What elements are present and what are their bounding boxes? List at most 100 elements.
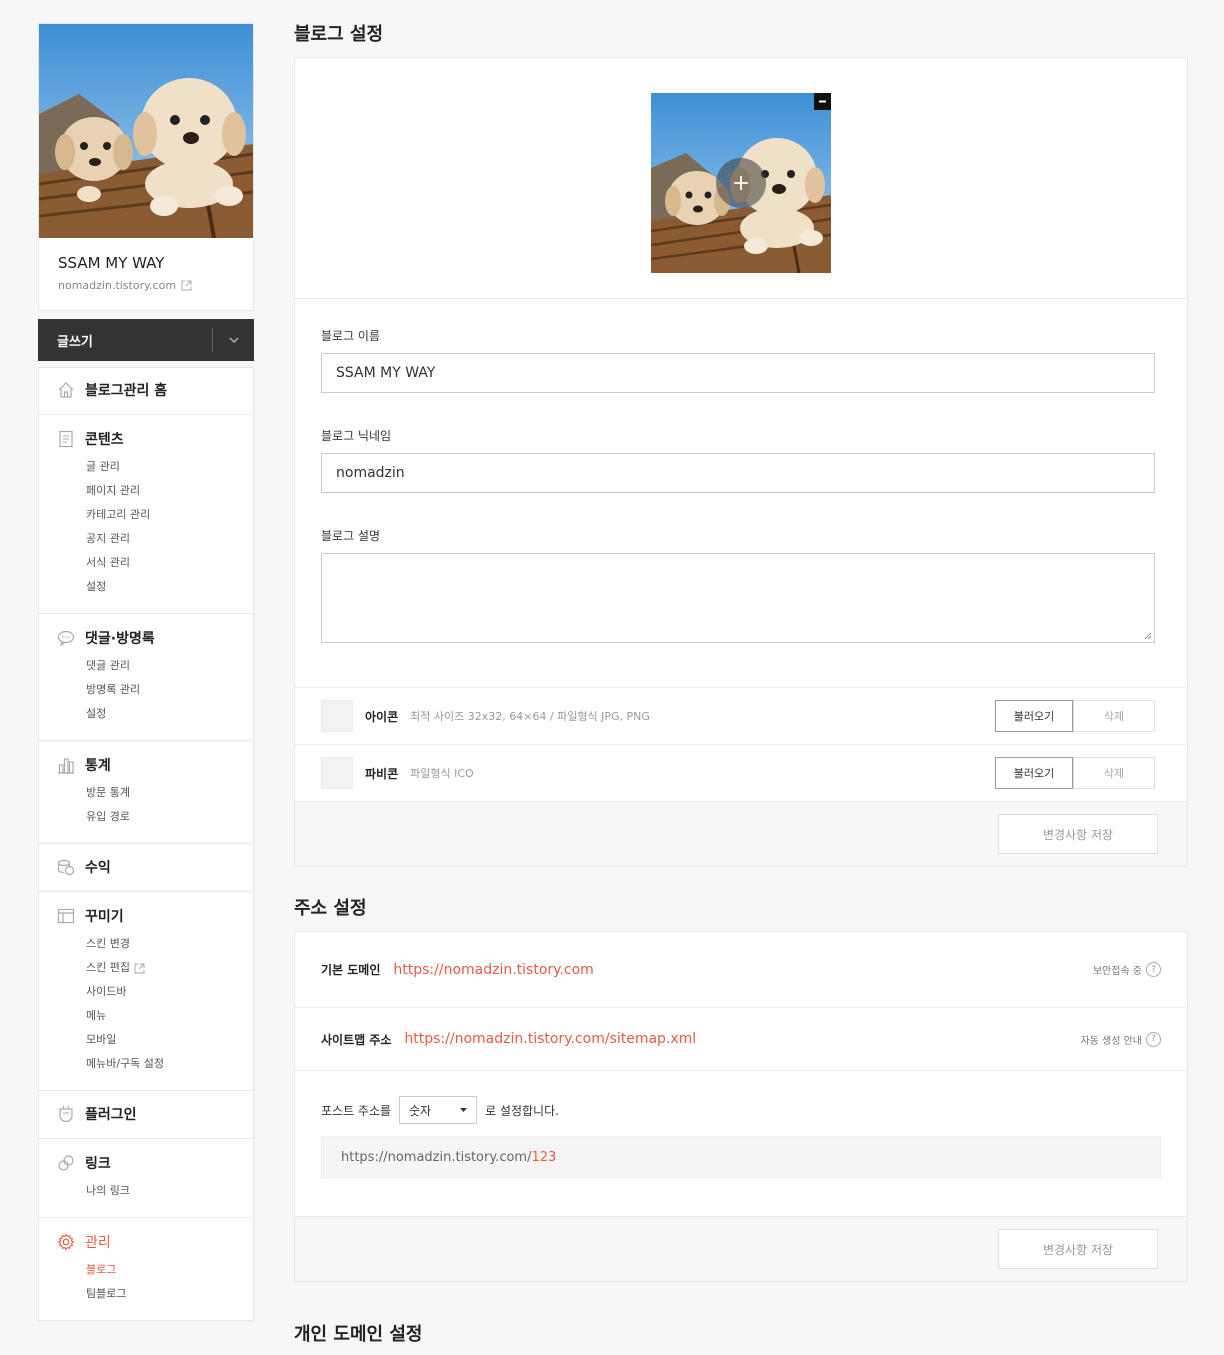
- layout-icon: [57, 907, 75, 925]
- sidebar-item-guestbook[interactable]: 방명록 관리: [86, 678, 253, 702]
- menu-item-stats[interactable]: 통계: [39, 753, 253, 777]
- menu-label: 수익: [85, 860, 111, 876]
- sidebar-item-my-links[interactable]: 나의 링크: [86, 1179, 253, 1203]
- favicon-delete-button[interactable]: 삭제: [1073, 757, 1155, 789]
- blog-title[interactable]: SSAM MY WAY: [58, 254, 234, 272]
- help-icon[interactable]: ?: [1146, 962, 1161, 977]
- menu-item-comments[interactable]: 댓글·방명록: [39, 626, 253, 650]
- preview-base-url: https://nomadzin.tistory.com/: [341, 1149, 532, 1165]
- menu-item-link[interactable]: 링크: [39, 1151, 253, 1175]
- sidebar-item-skin-change[interactable]: 스킨 변경: [86, 932, 253, 956]
- admin-menu: 블로그관리 홈 콘텐츠 글 관리 페이지 관리 카테고리 관리 공지 관리 서식…: [38, 367, 254, 1321]
- post-address-area: 포스트 주소를 숫자 로 설정합니다. https://nomadzin.tis…: [295, 1071, 1187, 1217]
- sidebar-item-visit-stats[interactable]: 방문 통계: [86, 781, 253, 805]
- sitemap-auto-info[interactable]: 자동 생성 안내 ?: [1080, 1031, 1161, 1047]
- menu-group-manage: 관리 블로그 팀블로그: [39, 1217, 253, 1320]
- sidebar-item-categories[interactable]: 카테고리 관리: [86, 503, 253, 527]
- post-address-preview: https://nomadzin.tistory.com/123: [321, 1136, 1161, 1178]
- home-icon: [57, 381, 75, 399]
- address-settings-save-button[interactable]: 변경사항 저장: [998, 1229, 1158, 1269]
- blog-name-input[interactable]: SSAM MY WAY: [321, 353, 1155, 393]
- menu-item-plugin[interactable]: 플러그인: [39, 1102, 253, 1126]
- sidebar-item-templates[interactable]: 서식 관리: [86, 551, 253, 575]
- sidebar-item-comment-settings[interactable]: 설정: [86, 702, 253, 726]
- write-button[interactable]: 글쓰기: [38, 331, 212, 350]
- menu-label: 플러그인: [85, 1107, 137, 1123]
- post-address-select[interactable]: 숫자: [399, 1096, 478, 1124]
- default-domain-label: 기본 도메인: [321, 963, 381, 977]
- sidebar-item-referrers[interactable]: 유입 경로: [86, 805, 253, 829]
- icon-row: 아이콘 최적 사이즈 32x32, 64×64 / 파일형식 JPG, PNG …: [295, 688, 1187, 745]
- sidebar-item-menu[interactable]: 메뉴: [86, 1004, 253, 1028]
- icon-load-button[interactable]: 불러오기: [995, 700, 1073, 732]
- menu-item-home[interactable]: 블로그관리 홈: [39, 378, 253, 402]
- caret-down-icon: [460, 1108, 468, 1112]
- address-settings-save-row: 변경사항 저장: [295, 1217, 1187, 1281]
- sidebar-item-posts[interactable]: 글 관리: [86, 455, 253, 479]
- chevron-down-icon: [229, 337, 238, 343]
- sidebar-item-team-blog[interactable]: 팀블로그: [86, 1282, 253, 1306]
- sidebar-item-skin-edit[interactable]: 스킨 편집: [86, 956, 253, 980]
- menu-group-stats: 통계 방문 통계 유입 경로: [39, 740, 253, 843]
- coins-icon: [57, 858, 75, 876]
- secure-connection-info[interactable]: 보안접속 중 ?: [1093, 962, 1161, 977]
- sidebar-item-blog-settings[interactable]: 블로그: [86, 1258, 253, 1282]
- blog-url-link[interactable]: nomadzin.tistory.com: [58, 279, 234, 292]
- menu-group-comments: 댓글·방명록 댓글 관리 방명록 관리 설정: [39, 613, 253, 740]
- icon-thumbnail: [321, 700, 353, 732]
- resize-handle-icon[interactable]: [1144, 632, 1152, 640]
- document-icon: [57, 430, 75, 448]
- sidebar-item-comments[interactable]: 댓글 관리: [86, 654, 253, 678]
- gear-icon: [57, 1233, 75, 1251]
- blog-settings-title: 블로그 설정: [294, 24, 384, 45]
- blog-settings-save-button[interactable]: 변경사항 저장: [998, 814, 1158, 854]
- blog-nickname-label: 블로그 닉네임: [321, 429, 392, 443]
- favicon-description: 파일형식 ICO: [410, 767, 474, 780]
- menu-label: 통계: [85, 758, 111, 774]
- menu-label: 관리: [85, 1235, 111, 1251]
- favicon-load-button[interactable]: 불러오기: [995, 757, 1073, 789]
- menu-group-design: 꾸미기 스킨 변경 스킨 편집 사이드바 메뉴 모바일 메뉴바/구독 설정: [39, 891, 253, 1090]
- blog-description-label: 블로그 설명: [321, 529, 381, 543]
- blog-settings-save-row: 변경사항 저장: [295, 802, 1187, 866]
- blog-settings-card: 블로그 이름 SSAM MY WAY 블로그 닉네임 nomadzin 블로그 …: [294, 57, 1188, 867]
- sidebar-item-pages[interactable]: 페이지 관리: [86, 479, 253, 503]
- blog-url-text[interactable]: nomadzin.tistory.com: [58, 279, 176, 292]
- address-settings-card: 기본 도메인 https://nomadzin.tistory.com 보안접속…: [294, 931, 1188, 1282]
- menu-item-manage[interactable]: 관리: [39, 1230, 253, 1254]
- favicon-thumbnail: [321, 757, 353, 789]
- sitemap-row: 사이트맵 주소 https://nomadzin.tistory.com/sit…: [295, 1008, 1187, 1071]
- sidebar-item-notices[interactable]: 공지 관리: [86, 527, 253, 551]
- blog-profile-image[interactable]: [39, 24, 253, 238]
- remove-logo-button[interactable]: [814, 93, 831, 110]
- menu-item-content[interactable]: 콘텐츠: [39, 427, 253, 451]
- sidebar-item-sidebar[interactable]: 사이드바: [86, 980, 253, 1004]
- sidebar-item-menubar[interactable]: 메뉴바/구독 설정: [86, 1052, 253, 1076]
- sidebar-item-content-settings[interactable]: 설정: [86, 575, 253, 599]
- external-link-icon: [134, 963, 145, 973]
- menu-item-design[interactable]: 꾸미기: [39, 904, 253, 928]
- write-options-dropdown[interactable]: [213, 319, 254, 361]
- blog-nickname-input[interactable]: nomadzin: [321, 453, 1155, 493]
- profile-card: SSAM MY WAY nomadzin.tistory.com: [38, 23, 254, 311]
- menu-group-content: 콘텐츠 글 관리 페이지 관리 카테고리 관리 공지 관리 서식 관리 설정: [39, 414, 253, 613]
- help-icon[interactable]: ?: [1146, 1031, 1161, 1047]
- post-address-suffix: 로 설정합니다.: [485, 1103, 559, 1118]
- plus-icon: [734, 176, 748, 190]
- blog-description-textarea[interactable]: [321, 553, 1155, 643]
- post-address-select-value: 숫자: [409, 1103, 432, 1118]
- menu-item-revenue[interactable]: 수익: [39, 855, 253, 879]
- minus-icon: [819, 100, 826, 103]
- icon-description: 최적 사이즈 32x32, 64×64 / 파일형식 JPG, PNG: [410, 710, 650, 723]
- sidebar-item-mobile[interactable]: 모바일: [86, 1028, 253, 1052]
- default-domain-link[interactable]: https://nomadzin.tistory.com: [393, 962, 1092, 978]
- sitemap-label: 사이트맵 주소: [321, 1032, 392, 1047]
- menu-label: 댓글·방명록: [85, 631, 155, 647]
- change-logo-button[interactable]: [716, 158, 766, 208]
- secure-connection-text: 보안접속 중: [1092, 966, 1142, 977]
- icon-label: 아이콘: [365, 709, 399, 724]
- sitemap-link[interactable]: https://nomadzin.tistory.com/sitemap.xml: [404, 1031, 1080, 1047]
- default-domain-row: 기본 도메인 https://nomadzin.tistory.com 보안접속…: [295, 932, 1187, 1008]
- favicon-row: 파비콘 파일형식 ICO 불러오기 삭제: [295, 745, 1187, 802]
- icon-delete-button[interactable]: 삭제: [1073, 700, 1155, 732]
